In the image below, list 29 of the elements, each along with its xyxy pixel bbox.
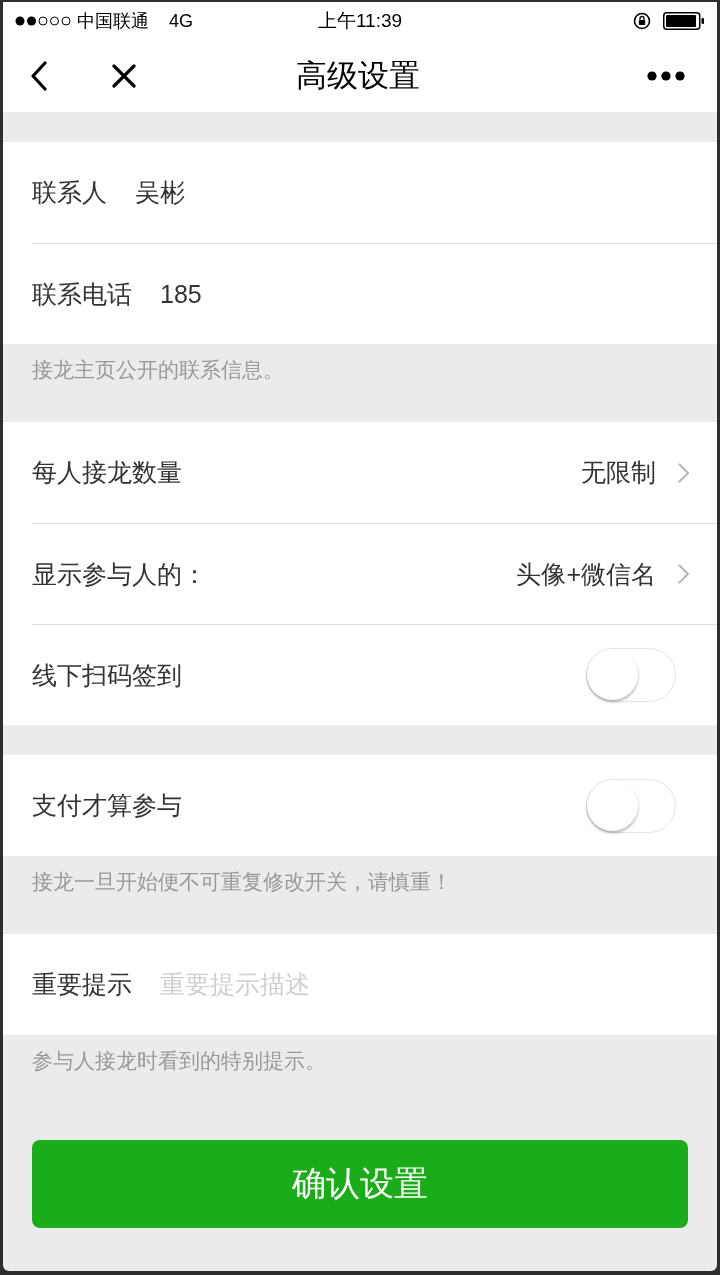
setting-label: 显示参与人的： xyxy=(32,558,207,590)
page-title: 高级设置 xyxy=(295,57,420,95)
close-button[interactable] xyxy=(110,62,138,90)
close-icon xyxy=(112,64,136,88)
chevron-right-icon[interactable] xyxy=(678,462,690,483)
back-icon xyxy=(30,61,48,91)
network-type: 4G xyxy=(169,10,193,32)
carrier-name: 中国联通 xyxy=(77,10,149,33)
toggle-switch[interactable] xyxy=(586,648,676,702)
rotation-lock-icon xyxy=(633,12,651,30)
setting-label: 支付才算参与 xyxy=(32,790,182,821)
chevron-right-icon[interactable] xyxy=(678,564,690,584)
status-time: 上午11:39 xyxy=(317,9,403,33)
hint-text: 参与人接龙时看到的特别提示。 xyxy=(31,1048,327,1074)
hint-text: 接龙一旦开始便不可重复修改开关，请慎重！ xyxy=(31,869,453,895)
setting-label: 线下扫码签到 xyxy=(32,659,182,691)
form-card[interactable]: 联系人 吴彬 联系电话 185 xyxy=(3,142,717,344)
hint-text: 接龙主页公开的联系信息。 xyxy=(31,357,285,383)
setting-label: 每人接龙数量 xyxy=(32,457,182,488)
field-label: 联系人 xyxy=(32,177,107,208)
signal-icon xyxy=(15,16,71,26)
field-label: 联系电话 xyxy=(32,278,132,310)
toggle-switch[interactable] xyxy=(586,778,676,833)
option-value[interactable]: 头像+微信名 xyxy=(516,557,656,591)
battery-icon xyxy=(663,12,705,30)
more-button[interactable] xyxy=(645,69,687,83)
field-label: 重要提示 xyxy=(32,969,132,1000)
more-icon xyxy=(647,71,685,81)
option-value[interactable]: 无限制 xyxy=(581,456,656,489)
